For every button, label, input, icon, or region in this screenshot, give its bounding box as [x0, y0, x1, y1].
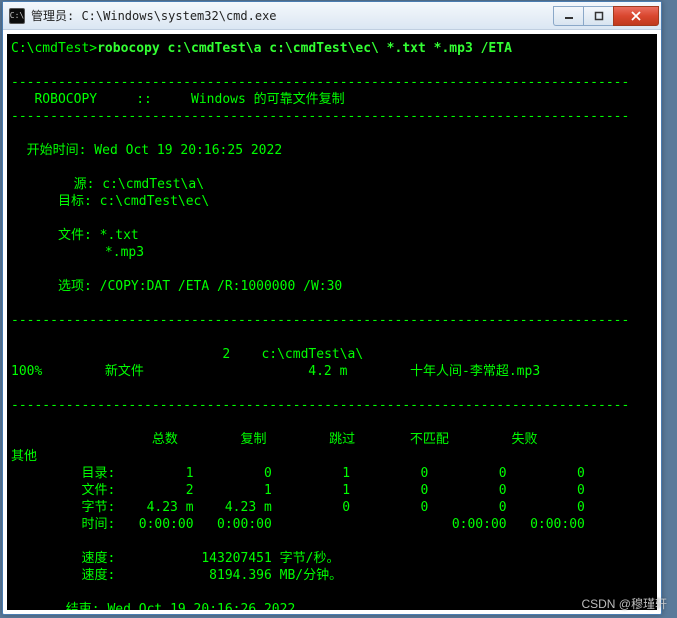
dest-label: 目标:	[11, 194, 92, 209]
options-value: /COPY:DAT /ETA /R:1000000 /W:30	[92, 279, 342, 294]
cmd-window: C:\ 管理员: C:\Windows\system32\cmd.exe C:\…	[2, 1, 662, 615]
robocopy-header: ROBOCOPY :: Windows 的可靠文件复制	[11, 92, 579, 107]
summary-row-files: 文件: 2 1 1 0 0 0	[11, 483, 585, 498]
summary-header: 总数 复制 跳过 不匹配 失败	[11, 432, 538, 447]
files-value-1: *.txt	[92, 228, 139, 243]
divider: ----------------------------------------…	[11, 75, 629, 90]
summary-row-bytes: 字节: 4.23 m 4.23 m 0 0 0 0	[11, 500, 585, 515]
divider: ----------------------------------------…	[11, 313, 629, 328]
terminal-output: C:\cmdTest>robocopy c:\cmdTest\a c:\cmdT…	[11, 40, 653, 610]
summary-row-time: 时间: 0:00:00 0:00:00 0:00:00 0:00:00	[11, 517, 585, 532]
start-time-label: 开始时间:	[11, 143, 86, 158]
command-text: robocopy c:\cmdTest\a c:\cmdTest\ec\ *.t…	[97, 41, 512, 56]
options-label: 选项:	[11, 279, 92, 294]
dir-listing: 2 c:\cmdTest\a\	[11, 347, 363, 362]
files-value-2: *.mp3	[11, 245, 144, 260]
summary-extra: 其他	[11, 449, 37, 464]
speed-line-2: 速度: 8194.396 MB/分钟。	[11, 568, 342, 583]
divider: ----------------------------------------…	[11, 109, 629, 124]
minimize-button[interactable]	[553, 6, 583, 26]
terminal-client-area[interactable]: C:\cmdTest>robocopy c:\cmdTest\a c:\cmdT…	[7, 34, 657, 610]
maximize-button[interactable]	[583, 6, 613, 26]
close-button[interactable]	[613, 6, 659, 26]
start-time-value: Wed Oct 19 20:16:25 2022	[86, 143, 282, 158]
dest-value: c:\cmdTest\ec\	[92, 194, 209, 209]
window-title: 管理员: C:\Windows\system32\cmd.exe	[31, 7, 553, 24]
window-controls	[553, 6, 659, 26]
divider: ----------------------------------------…	[11, 398, 629, 413]
source-label: 源:	[11, 177, 94, 192]
source-value: c:\cmdTest\a\	[94, 177, 204, 192]
summary-row-dirs: 目录: 1 0 1 0 0 0	[11, 466, 585, 481]
end-label: 结束:	[11, 602, 100, 610]
files-label: 文件:	[11, 228, 92, 243]
end-time-value: Wed Oct 19 20:16:26 2022	[100, 602, 296, 610]
prompt: C:\cmdTest>	[11, 41, 97, 56]
progress-line: 100% 新文件 4.2 m 十年人间-李常超.mp3	[11, 364, 540, 379]
speed-line-1: 速度: 143207451 字节/秒。	[11, 551, 339, 566]
titlebar[interactable]: C:\ 管理员: C:\Windows\system32\cmd.exe	[3, 2, 661, 30]
cmd-icon: C:\	[9, 8, 25, 24]
watermark: CSDN @穆瑾轩	[581, 595, 667, 612]
